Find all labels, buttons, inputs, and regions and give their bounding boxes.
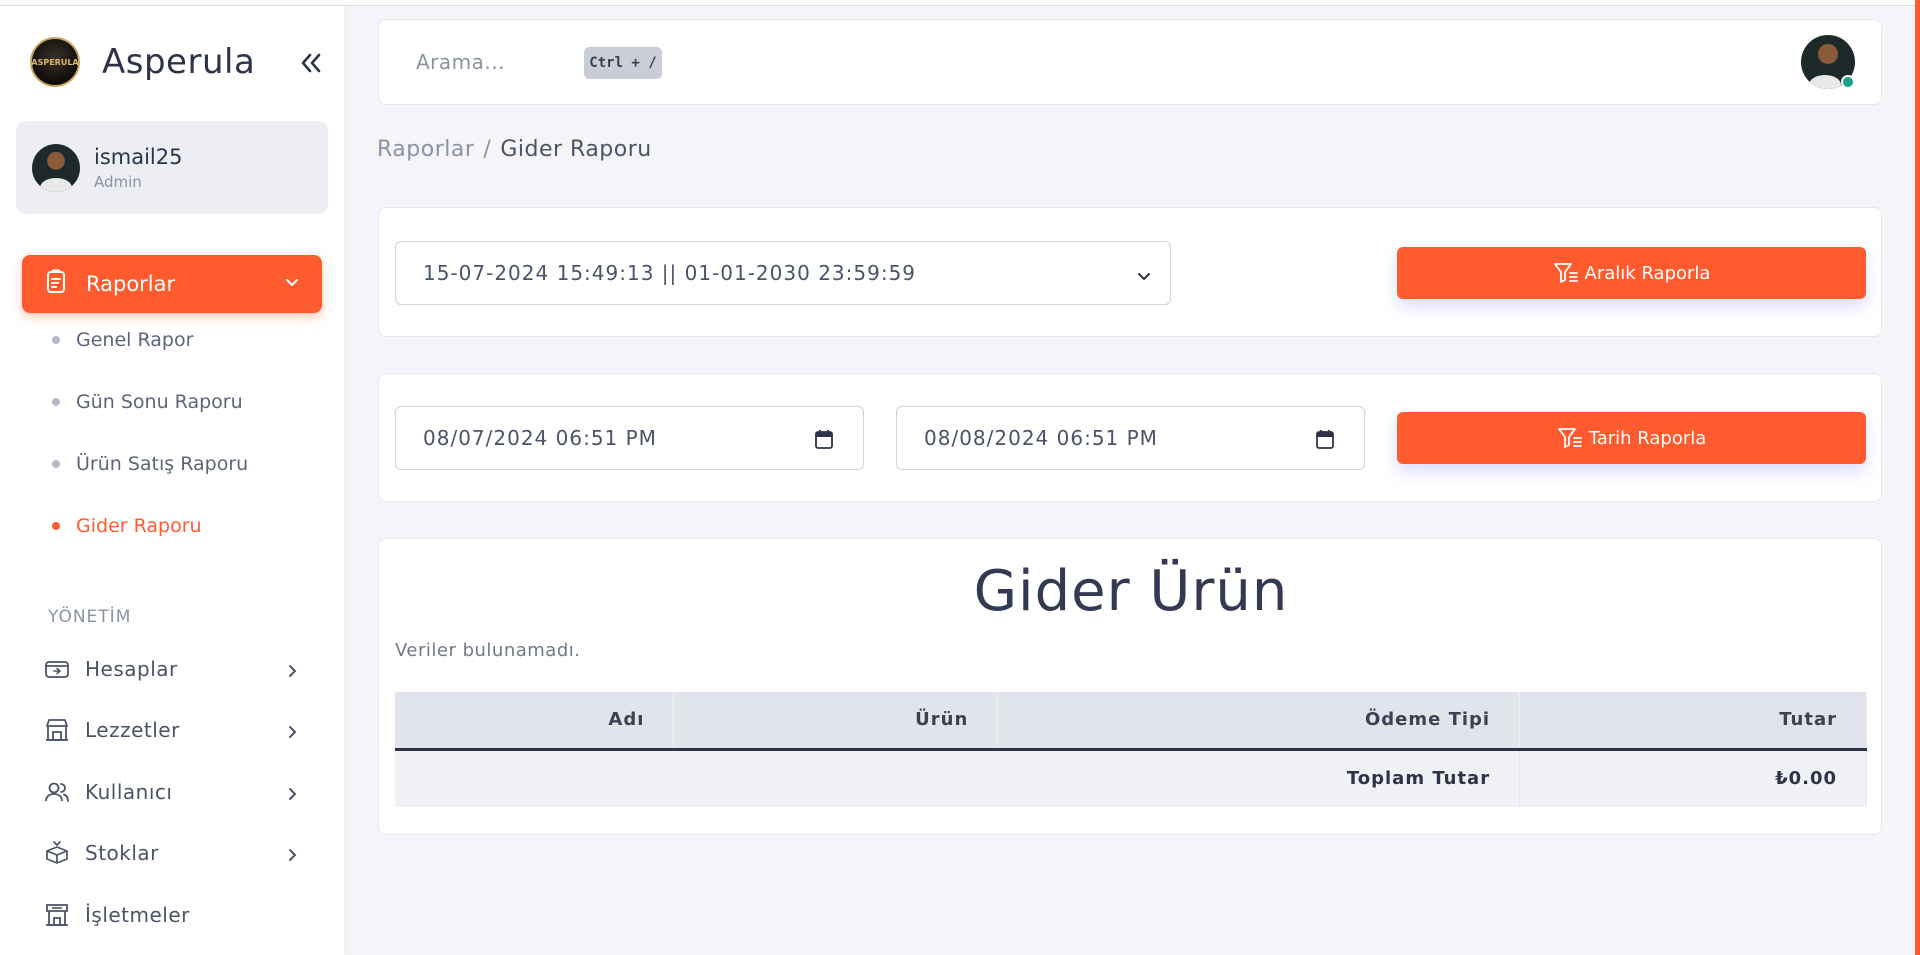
report-icon [44,269,68,299]
column-header-urun[interactable]: Ürün [673,692,999,751]
user-avatar [32,143,80,192]
filter-icon [1557,426,1583,450]
total-label: Toplam Tutar [395,749,1521,807]
bullet-dot [52,522,60,530]
collapse-sidebar-icon[interactable] [296,48,326,78]
range-report-button[interactable]: Aralık Raporla [1397,247,1866,299]
bullet-dot [52,336,60,344]
nav-label: Stoklar [85,841,159,865]
bullet-dot [52,460,60,468]
online-status-dot [1841,75,1855,89]
total-value: ₺0.00 [1519,749,1867,807]
chevron-right-icon [284,660,300,684]
chevron-down-icon [284,275,300,295]
chevron-right-icon [284,844,300,868]
sidebar-item-lezzetler[interactable]: Lezzetler [44,710,300,750]
selected-range-text: 15-07-2024 15:49:13 || 01-01-2030 23:59:… [423,261,917,285]
breadcrumb-parent-link[interactable]: Raporlar [377,137,474,162]
sidebar-subitem-gider-raporu[interactable]: Gider Raporu [52,506,202,546]
total-row: Toplam Tutar ₺0.00 [395,749,1867,807]
end-date-input[interactable]: 08/08/2024 06:51 PM [896,406,1365,470]
calendar-icon[interactable] [1316,429,1334,454]
range-filter-card: 15-07-2024 15:49:13 || 01-01-2030 23:59:… [378,207,1882,337]
user-role: Admin [94,172,142,191]
user-name: ismail25 [94,144,183,169]
date-range-select[interactable]: 15-07-2024 15:49:13 || 01-01-2030 23:59:… [395,241,1171,305]
user-card[interactable]: ismail25 Admin [16,121,328,214]
start-date-value: 08/07/2024 06:51 PM [423,426,657,450]
sidebar-item-kullanici[interactable]: Kullanıcı [44,772,300,812]
breadcrumb-separator: / [483,137,492,162]
nav-label: Kullanıcı [85,780,173,804]
chevron-down-icon [1136,266,1152,290]
chevron-right-icon [284,783,300,807]
button-label: Tarih Raporla [1588,427,1707,449]
nav-label: İşletmeler [85,903,190,927]
section-header-yonetim: YÖNETİM [48,607,132,627]
expense-table: Adı Ürün Ödeme Tipi Tutar Toplam Tutar ₺… [395,692,1867,807]
date-filter-card: 08/07/2024 06:51 PM 08/08/2024 06:51 PM … [378,373,1882,502]
calendar-icon[interactable] [815,429,833,454]
column-header-adi[interactable]: Adı [395,692,675,751]
right-edge-accent [1915,0,1920,955]
user-info: ismail25 Admin [94,145,183,191]
wallet-icon [44,656,70,682]
table-header-row: Adı Ürün Ödeme Tipi Tutar [395,692,1867,751]
report-title: Gider Ürün [973,559,1289,624]
profile-avatar-button[interactable] [1801,35,1855,89]
sidebar-item-raporlar[interactable]: Raporlar [22,255,322,313]
topbar: Arama... Ctrl + / [378,19,1882,105]
column-header-odeme-tipi[interactable]: Ödeme Tipi [997,692,1521,751]
breadcrumb-current: Gider Raporu [500,137,652,162]
subitem-label: Ürün Satış Raporu [76,453,249,475]
subitem-label: Genel Rapor [76,329,194,351]
box-icon [44,840,70,866]
sidebar-subitem-genel-rapor[interactable]: Genel Rapor [52,320,193,360]
chevron-right-icon [284,721,300,745]
report-card: Gider Ürün Veriler bulunamadı. Adı Ürün … [378,538,1882,835]
end-date-value: 08/08/2024 06:51 PM [924,426,1158,450]
search-input[interactable]: Arama... [416,50,505,74]
subitem-label: Gider Raporu [76,515,202,537]
column-header-tutar[interactable]: Tutar [1519,692,1867,751]
sidebar-item-isletmeler[interactable]: İşletmeler [44,895,300,935]
empty-state-message: Veriler bulunamadı. [395,640,581,661]
nav-label: Lezzetler [85,718,180,742]
sidebar: ASPERULA Asperula ismail25 Admin Raporla… [0,6,344,955]
sidebar-item-stoklar[interactable]: Stoklar [44,833,300,873]
brand-logo-text: ASPERULA [31,57,79,67]
start-date-input[interactable]: 08/07/2024 06:51 PM [395,406,864,470]
breadcrumb: Raporlar / Gider Raporu [377,137,652,162]
store-icon [44,717,70,743]
subitem-label: Gün Sonu Raporu [76,391,243,413]
brand-logo: ASPERULA [30,37,80,87]
brand-name: Asperula [102,42,256,82]
brand[interactable]: ASPERULA Asperula [30,34,255,90]
date-report-button[interactable]: Tarih Raporla [1397,412,1866,464]
sidebar-item-hesaplar[interactable]: Hesaplar [44,649,300,689]
nav-label: Hesaplar [85,657,178,681]
sidebar-subitem-urun-satis-raporu[interactable]: Ürün Satış Raporu [52,444,248,484]
keyboard-shortcut-badge: Ctrl + / [584,47,662,79]
sidebar-subitem-gun-sonu-raporu[interactable]: Gün Sonu Raporu [52,382,243,422]
filter-icon [1553,261,1579,285]
building-icon [44,902,70,928]
button-label: Aralık Raporla [1584,262,1711,284]
sidebar-item-label: Raporlar [86,272,176,296]
bullet-dot [52,398,60,406]
users-icon [44,779,70,805]
